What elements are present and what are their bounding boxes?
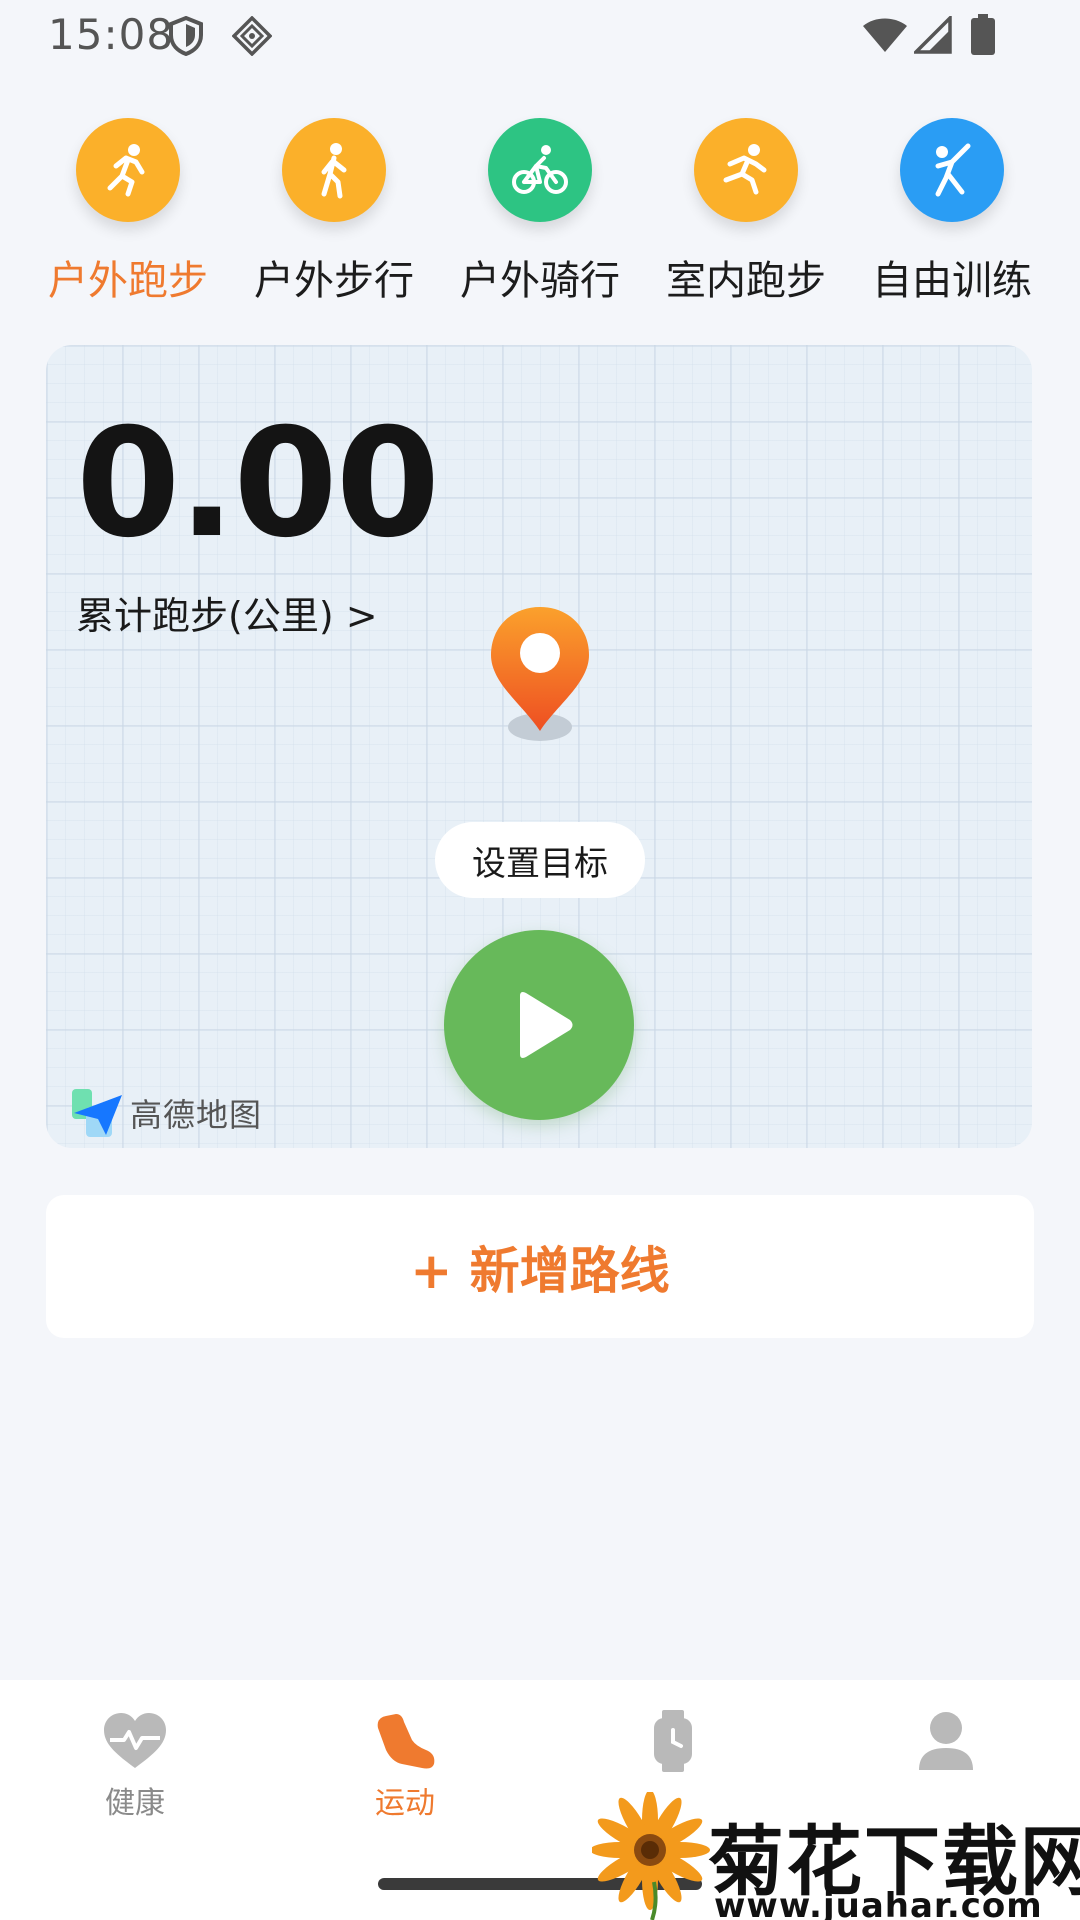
watermark-url: www.juahar.com: [714, 1886, 1043, 1920]
nav-label: 运动: [375, 1786, 435, 1821]
sport-mode-selector: 户外跑步 户外步行 户外骑行 室内跑步 自由训练: [0, 118, 1080, 308]
mode-label: 户外步行: [254, 258, 414, 304]
wifi-icon: [863, 18, 907, 52]
map-provider-text: 高德地图: [130, 1096, 263, 1134]
mode-indoor-running[interactable]: 室内跑步: [651, 118, 841, 308]
signal-icon: [914, 16, 952, 54]
shoe-icon: [377, 1714, 435, 1769]
mode-outdoor-cycling[interactable]: 户外骑行: [445, 118, 635, 308]
nav-tab-sport[interactable]: 运动: [325, 1710, 485, 1821]
total-distance-value: 0.00: [76, 397, 440, 571]
map-provider-logo: 高德地图: [68, 1085, 262, 1141]
total-distance-link[interactable]: 累计跑步(公里) >: [76, 585, 378, 640]
amap-logo-icon: [72, 1089, 122, 1137]
watch-icon: [654, 1710, 692, 1772]
add-route-button[interactable]: + 新增路线: [46, 1195, 1034, 1338]
mode-outdoor-running[interactable]: 户外跑步: [33, 118, 223, 308]
location-pin-icon: [491, 607, 589, 741]
mode-label: 室内跑步: [666, 258, 826, 304]
mode-label: 自由训练: [872, 258, 1032, 304]
mode-outdoor-walking[interactable]: 户外步行: [239, 118, 429, 308]
battery-icon: [971, 14, 995, 55]
status-bar: 15:08: [0, 0, 1080, 72]
nav-tab-health[interactable]: 健康: [55, 1710, 215, 1821]
set-goal-button[interactable]: 设置目标: [435, 822, 645, 898]
heart-icon: [104, 1713, 166, 1768]
free-training-icon: [900, 118, 1004, 222]
mode-free-training[interactable]: 自由训练: [857, 118, 1047, 308]
play-icon: [520, 992, 573, 1058]
mode-label: 户外跑步: [48, 258, 208, 304]
shield-icon: [169, 16, 203, 56]
status-time: 15:08: [48, 10, 175, 59]
flower-icon: [592, 1792, 710, 1920]
start-workout-button[interactable]: [444, 930, 634, 1120]
watermark: 菊花下载网 www.juahar.com: [592, 1792, 1080, 1920]
walking-icon: [282, 118, 386, 222]
mode-label: 户外骑行: [460, 258, 620, 304]
indoor-running-icon: [694, 118, 798, 222]
running-icon: [76, 118, 180, 222]
cycling-icon: [488, 118, 592, 222]
vpn-icon: [232, 16, 272, 56]
map-card[interactable]: 0.00 累计跑步(公里) > 设置目标 高德地图: [46, 345, 1032, 1148]
nav-label: 健康: [105, 1786, 165, 1821]
profile-icon: [919, 1712, 973, 1770]
